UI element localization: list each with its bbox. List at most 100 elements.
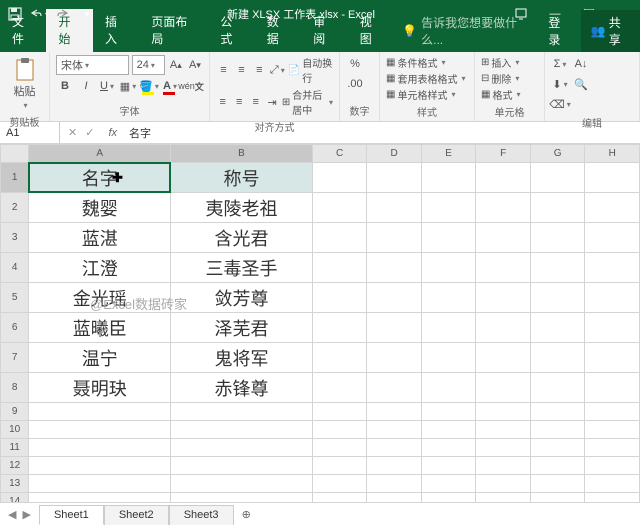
cell[interactable] bbox=[29, 403, 171, 421]
row-header[interactable]: 13 bbox=[1, 475, 29, 493]
font-color-icon[interactable]: A▾ bbox=[161, 77, 179, 95]
tab-insert[interactable]: 插入 bbox=[93, 9, 139, 52]
column-header[interactable]: D bbox=[367, 145, 422, 163]
row-header[interactable]: 14 bbox=[1, 493, 29, 503]
sheet-nav-next-icon[interactable]: ▶ bbox=[22, 508, 30, 521]
cell[interactable] bbox=[530, 403, 585, 421]
cell[interactable]: 聂明玦 bbox=[29, 373, 171, 403]
sheet-tab[interactable]: Sheet2 bbox=[104, 505, 169, 525]
phonetic-icon[interactable]: wén文 bbox=[182, 77, 200, 95]
cell[interactable] bbox=[585, 403, 640, 421]
row-header[interactable]: 5 bbox=[1, 283, 29, 313]
formula-bar[interactable]: 名字 bbox=[123, 125, 640, 141]
autosum-icon[interactable]: Σ▾ bbox=[551, 55, 569, 73]
percent-icon[interactable]: % bbox=[346, 55, 364, 73]
cell[interactable] bbox=[171, 403, 313, 421]
cell[interactable] bbox=[29, 475, 171, 493]
share-button[interactable]: 👥共享 bbox=[581, 10, 640, 52]
cell[interactable] bbox=[421, 163, 476, 193]
cell[interactable] bbox=[312, 457, 367, 475]
cell[interactable] bbox=[367, 313, 422, 343]
row-header[interactable]: 9 bbox=[1, 403, 29, 421]
row-header[interactable]: 12 bbox=[1, 457, 29, 475]
cell[interactable] bbox=[476, 193, 531, 223]
align-right-icon[interactable]: ≡ bbox=[249, 93, 262, 111]
enter-formula-icon[interactable]: ✓ bbox=[85, 126, 94, 139]
table-format-button[interactable]: ▦套用表格格式▾ bbox=[386, 71, 468, 86]
row-header[interactable]: 6 bbox=[1, 313, 29, 343]
worksheet-grid[interactable]: ABCDEFGH1名字称号2魏婴夷陵老祖3蓝湛含光君4江澄三毒圣手5金光瑶敛芳尊… bbox=[0, 144, 640, 502]
font-size-combo[interactable]: 24▾ bbox=[132, 55, 165, 75]
cell[interactable] bbox=[530, 373, 585, 403]
cell[interactable] bbox=[312, 223, 367, 253]
cell[interactable] bbox=[421, 493, 476, 503]
cell[interactable] bbox=[421, 439, 476, 457]
cell[interactable] bbox=[171, 493, 313, 503]
cell[interactable] bbox=[312, 403, 367, 421]
cell[interactable] bbox=[171, 457, 313, 475]
cell[interactable] bbox=[367, 475, 422, 493]
cell[interactable]: 敛芳尊 bbox=[171, 283, 313, 313]
fx-icon[interactable]: fx bbox=[102, 127, 123, 139]
cell[interactable] bbox=[421, 373, 476, 403]
cell-styles-button[interactable]: ▦单元格样式▾ bbox=[386, 87, 468, 102]
cell[interactable] bbox=[530, 493, 585, 503]
cell[interactable] bbox=[29, 439, 171, 457]
decimal-icon[interactable]: .00 bbox=[346, 75, 364, 93]
cell[interactable] bbox=[312, 163, 367, 193]
indent-icon[interactable]: ⇥ bbox=[265, 93, 278, 111]
cell[interactable] bbox=[367, 223, 422, 253]
align-bottom-icon[interactable]: ≡ bbox=[252, 61, 267, 79]
fill-icon[interactable]: ⬇▾ bbox=[551, 75, 569, 93]
row-header[interactable]: 4 bbox=[1, 253, 29, 283]
cell[interactable] bbox=[367, 439, 422, 457]
sheet-tab[interactable]: Sheet3 bbox=[169, 505, 234, 525]
decrease-font-icon[interactable]: A▾ bbox=[187, 56, 203, 74]
cell[interactable]: 夷陵老祖 bbox=[171, 193, 313, 223]
cell[interactable] bbox=[476, 223, 531, 253]
cell[interactable] bbox=[367, 283, 422, 313]
name-box[interactable]: A1 bbox=[0, 122, 60, 143]
cell[interactable]: 金光瑶 bbox=[29, 283, 171, 313]
cell[interactable] bbox=[585, 457, 640, 475]
cell[interactable] bbox=[530, 283, 585, 313]
cell[interactable] bbox=[476, 403, 531, 421]
row-header[interactable]: 3 bbox=[1, 223, 29, 253]
cell[interactable] bbox=[476, 163, 531, 193]
border-icon[interactable]: ▦▾ bbox=[119, 77, 137, 95]
cell[interactable] bbox=[421, 223, 476, 253]
column-header[interactable]: E bbox=[421, 145, 476, 163]
cell[interactable] bbox=[476, 283, 531, 313]
column-header[interactable]: A bbox=[29, 145, 171, 163]
cell[interactable] bbox=[421, 475, 476, 493]
cell[interactable] bbox=[312, 253, 367, 283]
column-header[interactable]: B bbox=[171, 145, 313, 163]
cell[interactable]: 赤锋尊 bbox=[171, 373, 313, 403]
format-cells-button[interactable]: ▦格式▾ bbox=[481, 87, 538, 102]
cell[interactable] bbox=[476, 493, 531, 503]
align-center-icon[interactable]: ≡ bbox=[232, 93, 245, 111]
italic-icon[interactable]: I bbox=[77, 77, 95, 95]
cell[interactable] bbox=[421, 457, 476, 475]
cell[interactable] bbox=[421, 403, 476, 421]
cell[interactable] bbox=[585, 493, 640, 503]
increase-font-icon[interactable]: A▴ bbox=[168, 56, 184, 74]
cell[interactable] bbox=[585, 313, 640, 343]
cell[interactable] bbox=[585, 253, 640, 283]
cell[interactable] bbox=[312, 475, 367, 493]
cell[interactable] bbox=[312, 283, 367, 313]
cell[interactable]: 名字 bbox=[29, 163, 171, 193]
cell[interactable] bbox=[312, 439, 367, 457]
cell[interactable] bbox=[476, 421, 531, 439]
cell[interactable] bbox=[421, 193, 476, 223]
cancel-formula-icon[interactable]: ✕ bbox=[68, 126, 77, 139]
cell[interactable] bbox=[530, 163, 585, 193]
cell[interactable]: 称号 bbox=[171, 163, 313, 193]
column-header[interactable]: G bbox=[530, 145, 585, 163]
cell[interactable] bbox=[367, 253, 422, 283]
cell[interactable] bbox=[585, 163, 640, 193]
font-name-combo[interactable]: 宋体▾ bbox=[56, 55, 129, 75]
cell[interactable] bbox=[367, 373, 422, 403]
wrap-text-button[interactable]: 📄自动换行 bbox=[288, 55, 333, 85]
tab-data[interactable]: 数据 bbox=[255, 9, 301, 52]
